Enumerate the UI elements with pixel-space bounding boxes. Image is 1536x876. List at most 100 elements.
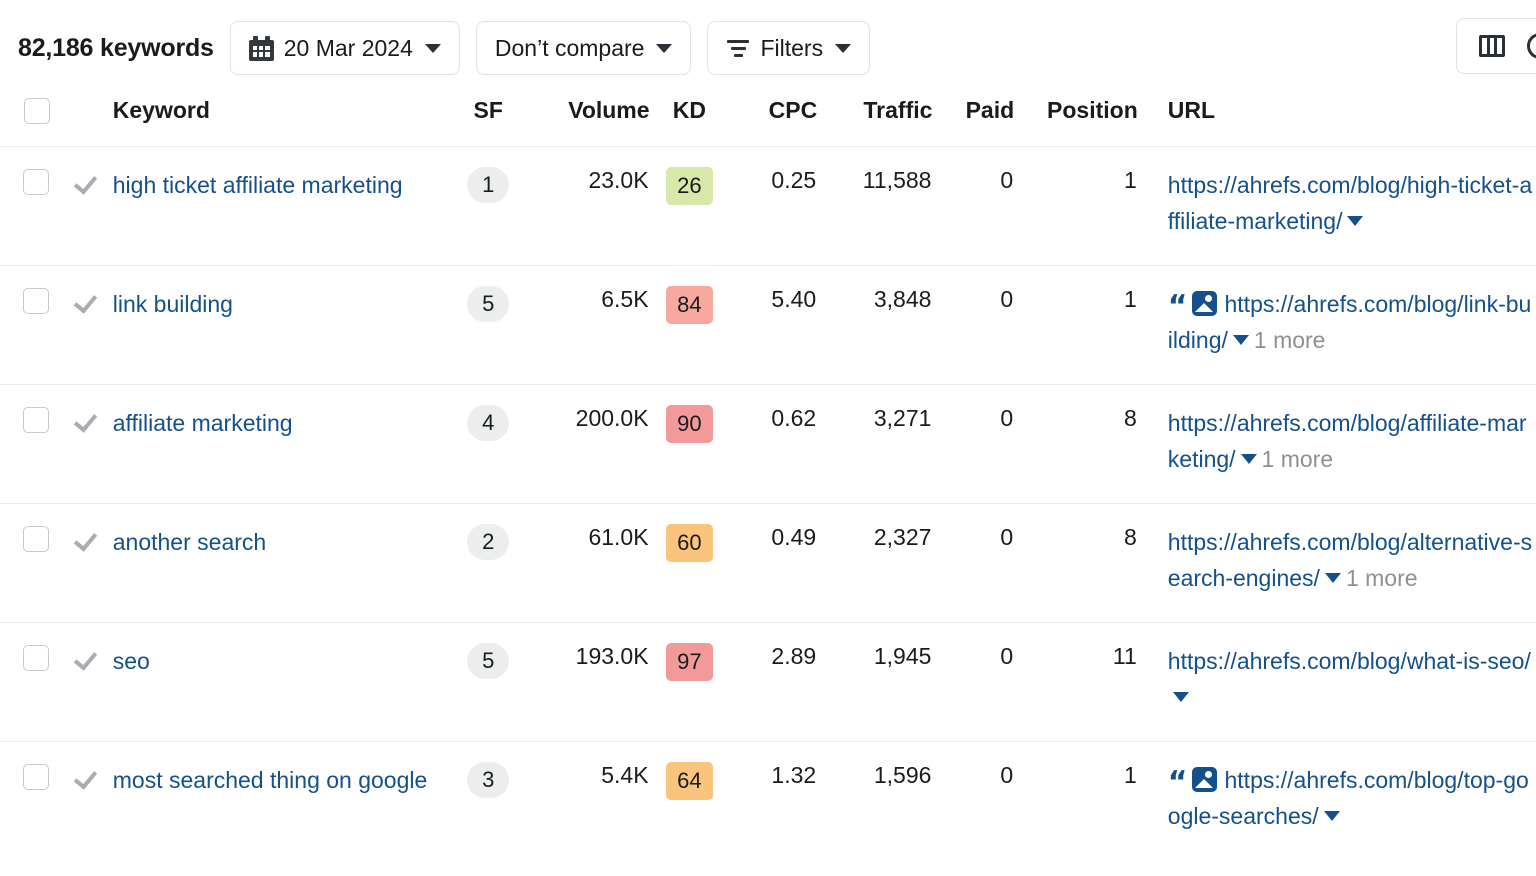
traffic-cell: 2,327 [817, 503, 932, 622]
row-select-cell [0, 622, 50, 741]
sf-badge: 2 [467, 524, 509, 560]
paid-cell: 0 [932, 265, 1014, 384]
kd-cell: 60 [650, 503, 730, 622]
url-expand-caret-icon[interactable] [1347, 216, 1363, 226]
row-select-cell [0, 503, 50, 622]
row-checkbox[interactable] [23, 526, 49, 552]
kd-badge: 60 [666, 524, 713, 562]
row-checkbox[interactable] [23, 407, 49, 433]
row-mark-cell [50, 384, 104, 503]
compare-dropdown-button[interactable]: Don’t compare [476, 21, 692, 75]
checkmark-icon[interactable] [78, 527, 104, 545]
column-header-cpc[interactable]: CPC [729, 96, 817, 146]
row-checkbox[interactable] [23, 764, 49, 790]
paid-cell: 0 [932, 146, 1014, 265]
row-mark-cell [50, 265, 104, 384]
keyword-link[interactable]: link building [113, 291, 233, 317]
paid-cell: 0 [932, 503, 1014, 622]
keywords-table-page: 82,186 keywords 20 Mar 2024 Don’t compar… [0, 0, 1536, 876]
row-checkbox[interactable] [23, 169, 49, 195]
cpc-cell: 2.89 [729, 622, 817, 741]
mark-column-header [50, 96, 104, 146]
column-header-position[interactable]: Position [1014, 96, 1138, 146]
toolbar: 82,186 keywords 20 Mar 2024 Don’t compar… [0, 0, 1536, 96]
url-expand-caret-icon[interactable] [1241, 454, 1257, 464]
cpc-cell: 0.62 [729, 384, 817, 503]
url-cell: “https://ahrefs.com/blog/top-google-sear… [1138, 741, 1536, 860]
volume-cell: 200.0K [526, 384, 650, 503]
column-header-kd[interactable]: KD [650, 96, 730, 146]
url-expand-caret-icon[interactable] [1324, 811, 1340, 821]
table-header: Keyword SF Volume KD CPC Traffic Paid Po… [0, 96, 1536, 146]
chevron-down-icon [835, 44, 851, 53]
column-header-traffic[interactable]: Traffic [817, 96, 932, 146]
row-mark-cell [50, 503, 104, 622]
url-link[interactable]: https://ahrefs.com/blog/affiliate-market… [1168, 410, 1527, 472]
url-expand-caret-icon[interactable] [1173, 692, 1189, 702]
position-cell: 1 [1014, 741, 1138, 860]
filters-button[interactable]: Filters [707, 21, 870, 75]
select-all-checkbox[interactable] [24, 98, 50, 124]
url-more-label[interactable]: 1 more [1254, 327, 1326, 353]
cpc-cell: 0.49 [729, 503, 817, 622]
image-pack-icon [1192, 291, 1217, 316]
url-more-label[interactable]: 1 more [1346, 565, 1418, 591]
table-row: affiliate marketing4200.0K900.623,27108h… [0, 384, 1536, 503]
calendar-icon [249, 36, 274, 61]
keyword-link[interactable]: most searched thing on google [113, 767, 428, 793]
url-link[interactable]: https://ahrefs.com/blog/link-building/ [1168, 291, 1532, 353]
column-header-url[interactable]: URL [1138, 96, 1536, 146]
table-row: high ticket affiliate marketing123.0K260… [0, 146, 1536, 265]
keyword-cell: most searched thing on google [105, 741, 451, 860]
filter-icon [726, 38, 750, 58]
url-more-label[interactable]: 1 more [1262, 446, 1334, 472]
checkmark-icon[interactable] [78, 170, 104, 188]
sf-badge: 4 [467, 405, 509, 441]
keyword-cell: high ticket affiliate marketing [105, 146, 451, 265]
columns-settings-button[interactable] [1456, 18, 1536, 74]
position-cell: 1 [1014, 265, 1138, 384]
keyword-cell: link building [105, 265, 451, 384]
url-cell: https://ahrefs.com/blog/what-is-seo/ [1138, 622, 1536, 741]
keyword-cell: seo [105, 622, 451, 741]
table-row: link building56.5K845.403,84801“https://… [0, 265, 1536, 384]
keyword-link[interactable]: high ticket affiliate marketing [113, 172, 403, 198]
kd-cell: 64 [650, 741, 730, 860]
checkmark-icon[interactable] [78, 765, 104, 783]
sf-badge: 5 [467, 643, 509, 679]
cpc-cell: 5.40 [729, 265, 817, 384]
url-link[interactable]: https://ahrefs.com/blog/what-is-seo/ [1168, 648, 1531, 674]
sf-cell: 2 [451, 503, 526, 622]
checkmark-icon[interactable] [78, 408, 104, 426]
keyword-link[interactable]: another search [113, 529, 266, 555]
column-header-volume[interactable]: Volume [526, 96, 650, 146]
volume-cell: 193.0K [526, 622, 650, 741]
row-checkbox[interactable] [23, 288, 49, 314]
volume-cell: 6.5K [526, 265, 650, 384]
checkmark-icon[interactable] [78, 646, 104, 664]
kd-cell: 97 [650, 622, 730, 741]
url-expand-caret-icon[interactable] [1325, 573, 1341, 583]
paid-cell: 0 [932, 741, 1014, 860]
keyword-link[interactable]: affiliate marketing [113, 410, 293, 436]
image-pack-icon [1192, 767, 1217, 792]
keyword-count-label: 82,186 keywords [18, 34, 214, 63]
url-link[interactable]: https://ahrefs.com/blog/top-google-searc… [1168, 767, 1529, 829]
checkmark-icon[interactable] [78, 289, 104, 307]
column-header-paid[interactable]: Paid [932, 96, 1014, 146]
url-cell: https://ahrefs.com/blog/high-ticket-affi… [1138, 146, 1536, 265]
traffic-cell: 11,588 [817, 146, 932, 265]
volume-cell: 5.4K [526, 741, 650, 860]
url-cell: “https://ahrefs.com/blog/link-building/1… [1138, 265, 1536, 384]
url-expand-caret-icon[interactable] [1233, 335, 1249, 345]
row-checkbox[interactable] [23, 645, 49, 671]
kd-cell: 90 [650, 384, 730, 503]
table-row: another search261.0K600.492,32708https:/… [0, 503, 1536, 622]
column-header-sf[interactable]: SF [451, 96, 526, 146]
column-header-keyword[interactable]: Keyword [105, 96, 451, 146]
keyword-link[interactable]: seo [113, 648, 150, 674]
date-picker-button[interactable]: 20 Mar 2024 [230, 21, 460, 75]
toolbar-right-group [1456, 18, 1536, 74]
row-select-cell [0, 265, 50, 384]
row-mark-cell [50, 741, 104, 860]
